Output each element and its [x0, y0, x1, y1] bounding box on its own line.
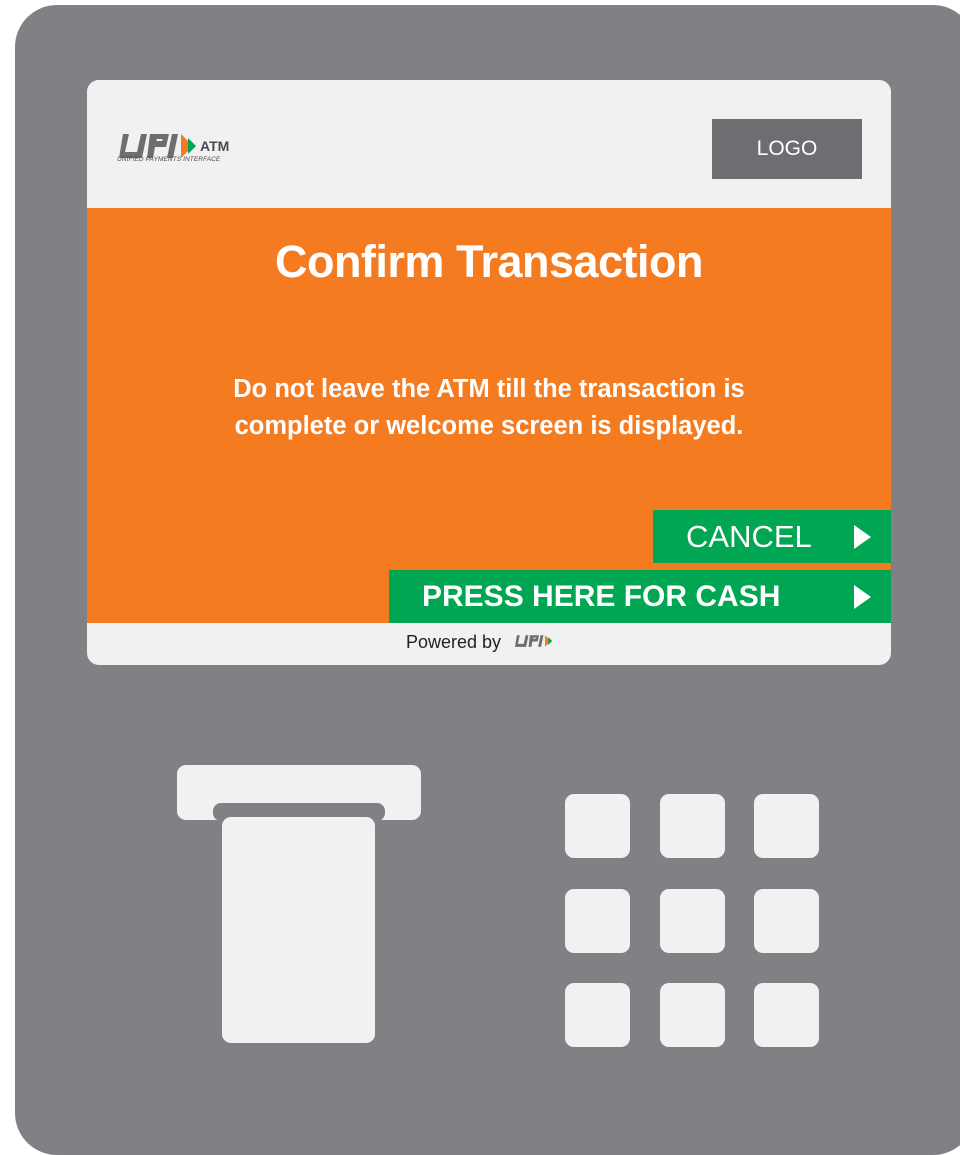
atm-card — [222, 817, 375, 1043]
keypad-key[interactable] — [660, 983, 725, 1047]
warning-message-line-1: Do not leave the ATM till the transactio… — [233, 375, 745, 403]
keypad-key[interactable] — [754, 983, 819, 1047]
svg-text:ATM: ATM — [200, 138, 229, 154]
keypad-key[interactable] — [660, 889, 725, 953]
cancel-button[interactable]: CANCEL — [653, 510, 891, 563]
transaction-panel: Confirm Transaction Do not leave the ATM… — [87, 208, 891, 623]
keypad-key[interactable] — [565, 889, 630, 953]
keypad-key[interactable] — [754, 889, 819, 953]
upi-small-logo-icon — [514, 635, 553, 648]
bank-logo-placeholder: LOGO — [712, 119, 862, 179]
warning-message: Do not leave the ATM till the transactio… — [87, 371, 891, 445]
press-for-cash-label: PRESS HERE FOR CASH — [422, 580, 781, 613]
press-for-cash-button[interactable]: PRESS HERE FOR CASH — [389, 570, 891, 623]
powered-by-footer: Powered by — [87, 631, 891, 653]
warning-message-line-2: complete or welcome screen is displayed. — [234, 412, 744, 440]
keypad-key[interactable] — [754, 794, 819, 858]
screen-header: ATM UNIFIED PAYMENTS INTERFACE LOGO — [87, 80, 891, 208]
chevron-right-icon — [854, 585, 871, 609]
chevron-right-icon — [854, 525, 871, 549]
keypad-key[interactable] — [565, 983, 630, 1047]
cancel-button-label: CANCEL — [686, 519, 812, 554]
atm-screen: ATM UNIFIED PAYMENTS INTERFACE LOGO Conf… — [87, 80, 891, 665]
keypad-key[interactable] — [660, 794, 725, 858]
powered-by-label: Powered by — [405, 631, 502, 652]
upi-logo-subtitle: UNIFIED PAYMENTS INTERFACE — [117, 156, 221, 163]
keypad-key[interactable] — [565, 794, 630, 858]
page-title: Confirm Transaction — [274, 236, 704, 287]
